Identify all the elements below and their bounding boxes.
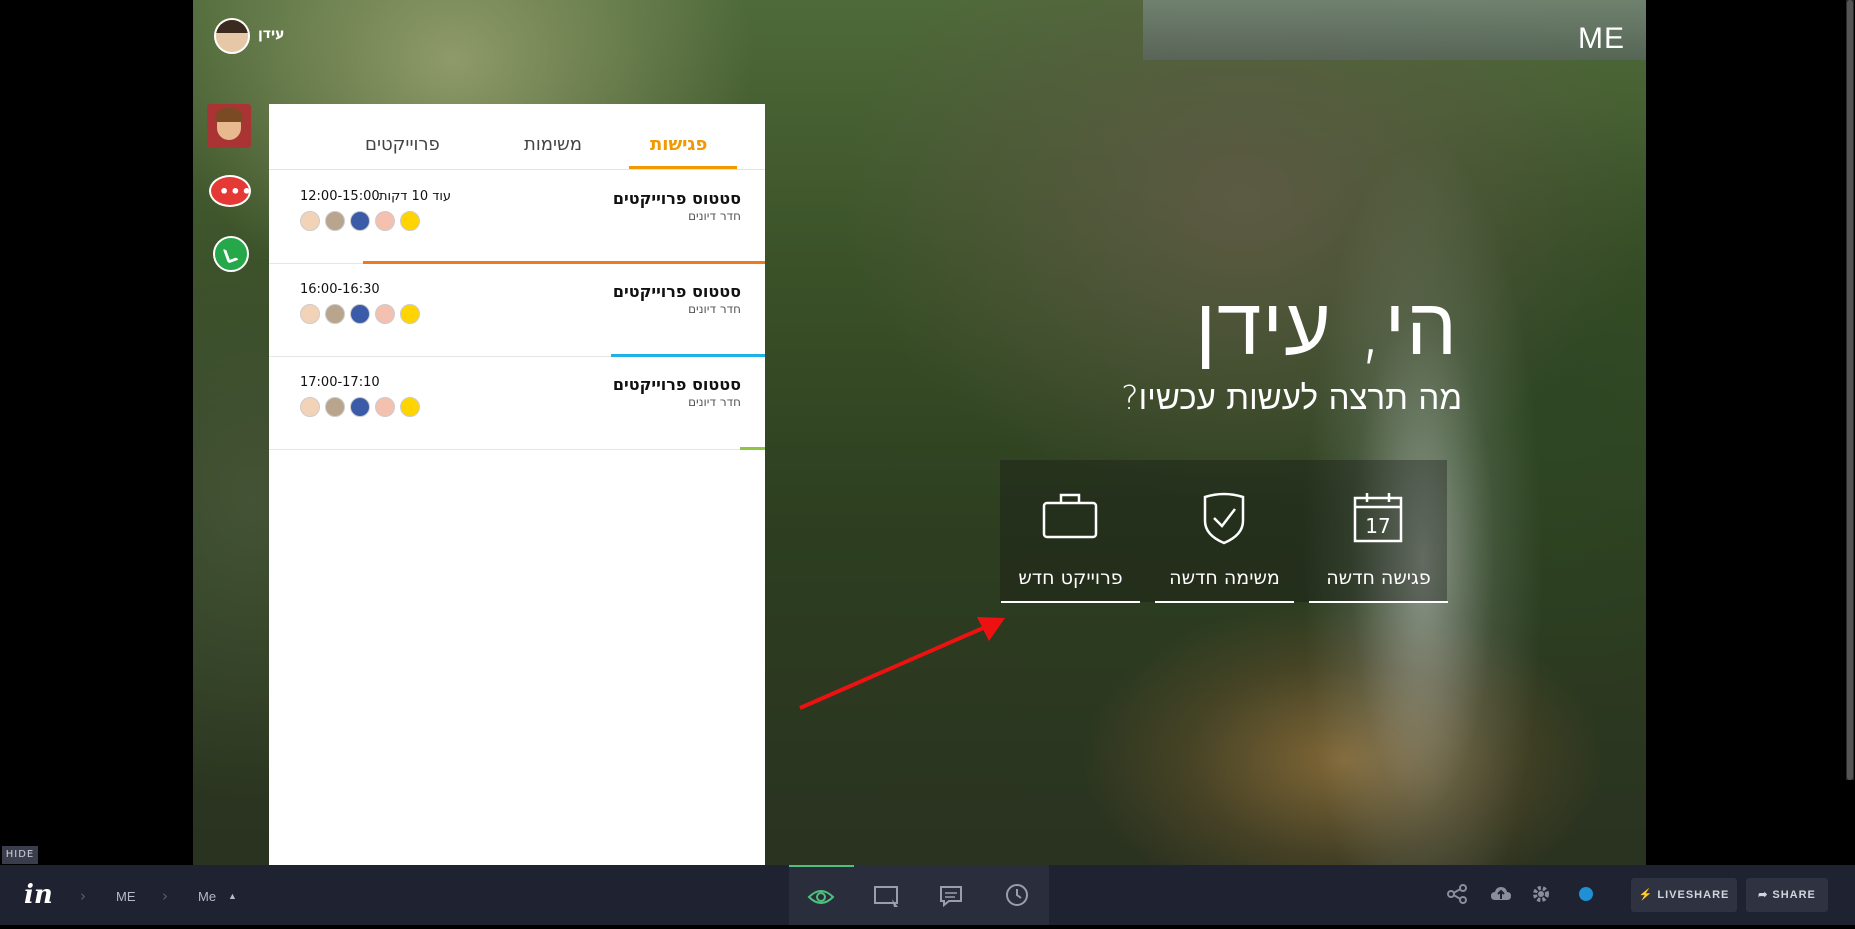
meeting-title: סטטוס פרוייקטים	[612, 282, 741, 301]
scrollbar[interactable]	[1846, 0, 1854, 780]
comment-icon	[940, 886, 962, 908]
participant-avatar	[400, 211, 420, 231]
hide-button[interactable]: HIDE	[2, 846, 38, 864]
tab-projects[interactable]: פרוייקטים	[365, 134, 440, 155]
preview-mode-tool[interactable]	[789, 865, 854, 925]
new-project-button[interactable]: פרוייקט חדש	[1001, 485, 1140, 603]
meeting-countdown: עוד 10 דקות	[379, 189, 452, 204]
meeting-room: חדר דיונים	[688, 302, 741, 316]
new-task-button[interactable]: משימה חדשה	[1155, 485, 1294, 603]
user-name: עידן	[258, 26, 285, 42]
briefcase-icon	[1042, 493, 1098, 539]
app-root: עידן ME ••• פגישות משימות פרוייקטים סטטו…	[0, 0, 1855, 925]
meeting-room: חדר דיונים	[688, 395, 741, 409]
meeting-time: 16:00-16:30	[300, 282, 380, 297]
participant-avatar	[375, 304, 395, 324]
user-avatar[interactable]	[214, 18, 250, 54]
tab-meetings[interactable]: פגישות	[650, 134, 707, 155]
panel-tabs: פגישות משימות פרוייקטים	[269, 104, 765, 170]
background-bridge	[1143, 0, 1646, 60]
chat-icon[interactable]: •••	[209, 175, 252, 207]
contact-avatar[interactable]	[207, 104, 251, 148]
meeting-title: סטטוס פרוייקטים	[612, 189, 741, 208]
liveshare-button[interactable]: ⚡ LIVESHARE	[1631, 878, 1737, 912]
breadcrumb-separator-icon: ›	[162, 887, 168, 905]
breadcrumb-screen[interactable]: Me	[198, 889, 216, 904]
liveshare-label: LIVESHARE	[1657, 889, 1730, 901]
tab-tasks[interactable]: משימות	[524, 134, 582, 155]
meeting-progress-bar	[740, 447, 765, 450]
calendar-icon: 17	[1353, 493, 1403, 543]
meeting-row[interactable]: סטטוס פרוייקטים חדר דיונים 17:00-17:10	[269, 357, 765, 450]
breadcrumb-project[interactable]: ME	[116, 889, 136, 904]
new-meeting-button[interactable]: 17 פגישה חדשה	[1309, 485, 1448, 603]
meetings-panel: פגישות משימות פרוייקטים סטטוס פרוייקטים …	[269, 104, 765, 865]
hotspot-icon	[874, 886, 898, 907]
greeting-question: מה תרצה לעשות עכשיו?	[1121, 378, 1462, 417]
participant-avatar	[375, 211, 395, 231]
participant-avatar	[350, 304, 370, 324]
status-dot-icon[interactable]	[1575, 883, 1597, 905]
red-arrow-annotation	[799, 617, 1005, 710]
meeting-room: חדר דיונים	[688, 209, 741, 223]
participant-avatar	[375, 397, 395, 417]
meeting-row[interactable]: סטטוס פרוייקטים חדר דיונים 16:00-16:30	[269, 264, 765, 357]
action-label: פרוייקט חדש	[1018, 567, 1123, 589]
share-button[interactable]: ➦ SHARE	[1746, 878, 1828, 912]
shield-check-icon	[1203, 492, 1245, 545]
gear-icon[interactable]	[1530, 883, 1552, 905]
action-label: פגישה חדשה	[1326, 567, 1431, 589]
meeting-title: סטטוס פרוייקטים	[612, 375, 741, 394]
action-label: משימה חדשה	[1169, 567, 1280, 589]
participant-avatar	[300, 211, 320, 231]
history-mode-tool[interactable]	[984, 865, 1049, 925]
participant-avatar	[350, 211, 370, 231]
build-mode-tool[interactable]	[854, 865, 919, 925]
participant-avatar	[325, 397, 345, 417]
share-label: SHARE	[1772, 889, 1816, 901]
participant-avatar	[300, 304, 320, 324]
eye-icon	[807, 890, 835, 904]
caret-up-icon[interactable]: ▲	[228, 891, 237, 901]
me-logo: ME	[1578, 22, 1625, 55]
participant-avatar	[300, 397, 320, 417]
participant-avatar	[400, 397, 420, 417]
clock-icon	[1006, 884, 1028, 906]
meeting-row[interactable]: סטטוס פרוייקטים חדר דיונים 12:00-15:00 ע…	[269, 171, 765, 264]
whatsapp-icon[interactable]	[213, 236, 249, 272]
calendar-date: 17	[1365, 514, 1390, 538]
tab-active-underline	[629, 166, 737, 169]
meeting-time: 12:00-15:00	[300, 189, 380, 204]
invision-logo[interactable]: in	[24, 880, 53, 910]
participant-avatar	[400, 304, 420, 324]
greeting-title: הי, עידן	[1195, 280, 1458, 373]
participant-avatar	[325, 211, 345, 231]
participant-avatar	[350, 397, 370, 417]
share-nodes-icon[interactable]	[1446, 883, 1468, 905]
breadcrumb-separator-icon: ›	[80, 887, 86, 905]
comment-mode-tool[interactable]	[919, 865, 984, 925]
participant-avatar	[325, 304, 345, 324]
meeting-time: 17:00-17:10	[300, 375, 380, 390]
cloud-upload-icon[interactable]	[1490, 883, 1512, 905]
